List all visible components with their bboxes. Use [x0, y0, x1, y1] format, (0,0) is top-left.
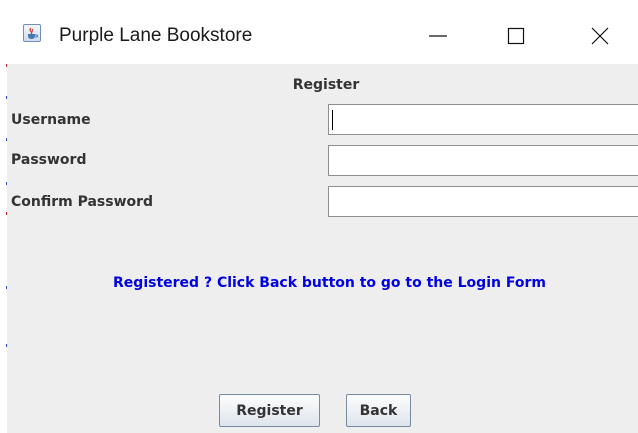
- close-icon: [591, 27, 609, 45]
- confirm-password-label: Confirm Password: [11, 194, 154, 210]
- password-label: Password: [11, 152, 87, 168]
- minimize-icon: [429, 35, 447, 37]
- form-heading: Register: [292, 77, 360, 93]
- maximize-button[interactable]: [493, 14, 539, 58]
- username-label: Username: [11, 112, 91, 128]
- window-title: Purple Lane Bookstore: [59, 25, 253, 46]
- maximize-icon: [507, 27, 525, 45]
- register-button[interactable]: Register: [219, 394, 320, 427]
- password-input[interactable]: [328, 145, 638, 176]
- close-button[interactable]: [577, 14, 623, 58]
- java-cup-icon: [23, 24, 41, 42]
- username-input[interactable]: [328, 104, 638, 135]
- text-caret: [332, 110, 333, 130]
- register-window: Purple Lane Bookstore Register Username …: [7, 0, 638, 433]
- confirm-password-input[interactable]: [328, 186, 638, 217]
- title-bar[interactable]: Purple Lane Bookstore: [7, 0, 638, 64]
- register-form: Register Username Password Confirm Passw…: [7, 64, 638, 433]
- back-button[interactable]: Back: [346, 394, 411, 427]
- login-hint-text: Registered ? Click Back button to go to …: [113, 275, 546, 291]
- minimize-button[interactable]: [415, 14, 461, 58]
